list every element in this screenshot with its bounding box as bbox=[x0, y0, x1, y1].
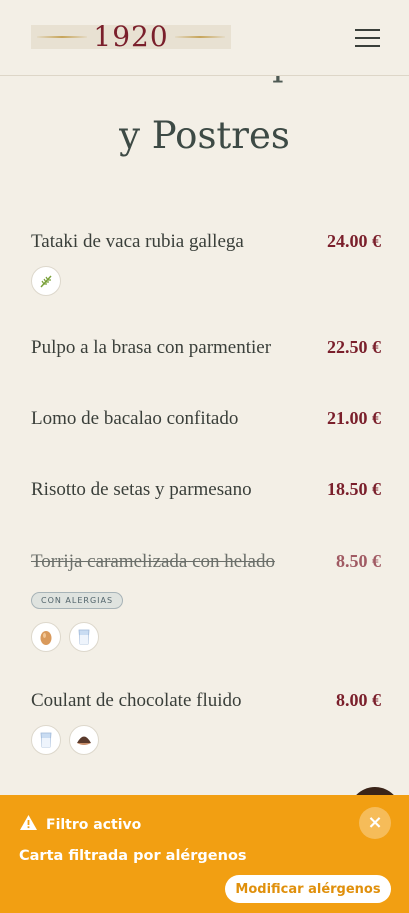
warning-icon bbox=[19, 814, 38, 835]
dish-item[interactable]: Tataki de vaca rubia gallega 24.00 € bbox=[31, 231, 381, 296]
allergen-list bbox=[31, 622, 381, 652]
dish-name: Risotto de setas y parmesano bbox=[31, 479, 252, 500]
allergen-list bbox=[31, 725, 381, 755]
dish-name: Pulpo a la brasa con parmentier bbox=[31, 337, 272, 358]
filter-header: Filtro activo bbox=[19, 814, 141, 835]
dish-name: Torrija caramelizada con helado bbox=[31, 551, 275, 572]
mustard-icon bbox=[31, 266, 61, 296]
filter-title: Filtro activo bbox=[46, 816, 142, 833]
logo[interactable]: 1920 bbox=[31, 20, 231, 53]
allergy-badge: CON ALERGIAS bbox=[31, 592, 124, 609]
hamburger-icon[interactable] bbox=[355, 27, 380, 48]
dish-item[interactable]: Pulpo a la brasa con parmentier 22.50 € bbox=[31, 337, 381, 359]
modify-allergens-button[interactable]: Modificar alérgenos bbox=[225, 875, 391, 903]
dish-price: 8.50 € bbox=[336, 551, 381, 571]
dish-price: 18.50 € bbox=[327, 479, 381, 499]
nuts-icon bbox=[69, 725, 99, 755]
egg-icon bbox=[31, 622, 61, 652]
dish-item[interactable]: Risotto de setas y parmesano 18.50 € bbox=[31, 479, 381, 501]
menu-page: 1920 Platos Principales y Postres Tataki… bbox=[0, 0, 409, 913]
section-title: y Postres bbox=[119, 114, 290, 157]
dish-name: Lomo de bacalao confitado bbox=[31, 408, 239, 429]
dish-item[interactable]: Lomo de bacalao confitado 21.00 € bbox=[31, 408, 381, 430]
milk-icon bbox=[69, 622, 99, 652]
logo-text: 1920 bbox=[93, 20, 169, 53]
close-button[interactable]: × bbox=[359, 807, 391, 839]
dish-item[interactable]: Coulant de chocolate fluido 8.00 € bbox=[31, 690, 381, 755]
milk-icon bbox=[31, 725, 61, 755]
dish-price: 21.00 € bbox=[327, 408, 381, 428]
logo-line-left bbox=[37, 36, 88, 38]
allergen-list bbox=[31, 266, 381, 296]
dish-item[interactable]: Torrija caramelizada con helado 8.50 € C… bbox=[31, 551, 381, 652]
allergen-filter-banner: Filtro activo × Carta filtrada por alérg… bbox=[0, 795, 409, 913]
dish-price: 8.00 € bbox=[336, 690, 381, 710]
filter-description: Carta filtrada por alérgenos bbox=[19, 848, 247, 864]
logo-line-right bbox=[174, 36, 226, 38]
dish-price: 22.50 € bbox=[327, 337, 381, 357]
close-icon: × bbox=[367, 812, 383, 833]
site-header: 1920 bbox=[0, 0, 409, 76]
dish-name: Coulant de chocolate fluido bbox=[31, 690, 242, 711]
dish-price: 24.00 € bbox=[327, 231, 381, 251]
dish-name: Tataki de vaca rubia gallega bbox=[31, 231, 244, 252]
